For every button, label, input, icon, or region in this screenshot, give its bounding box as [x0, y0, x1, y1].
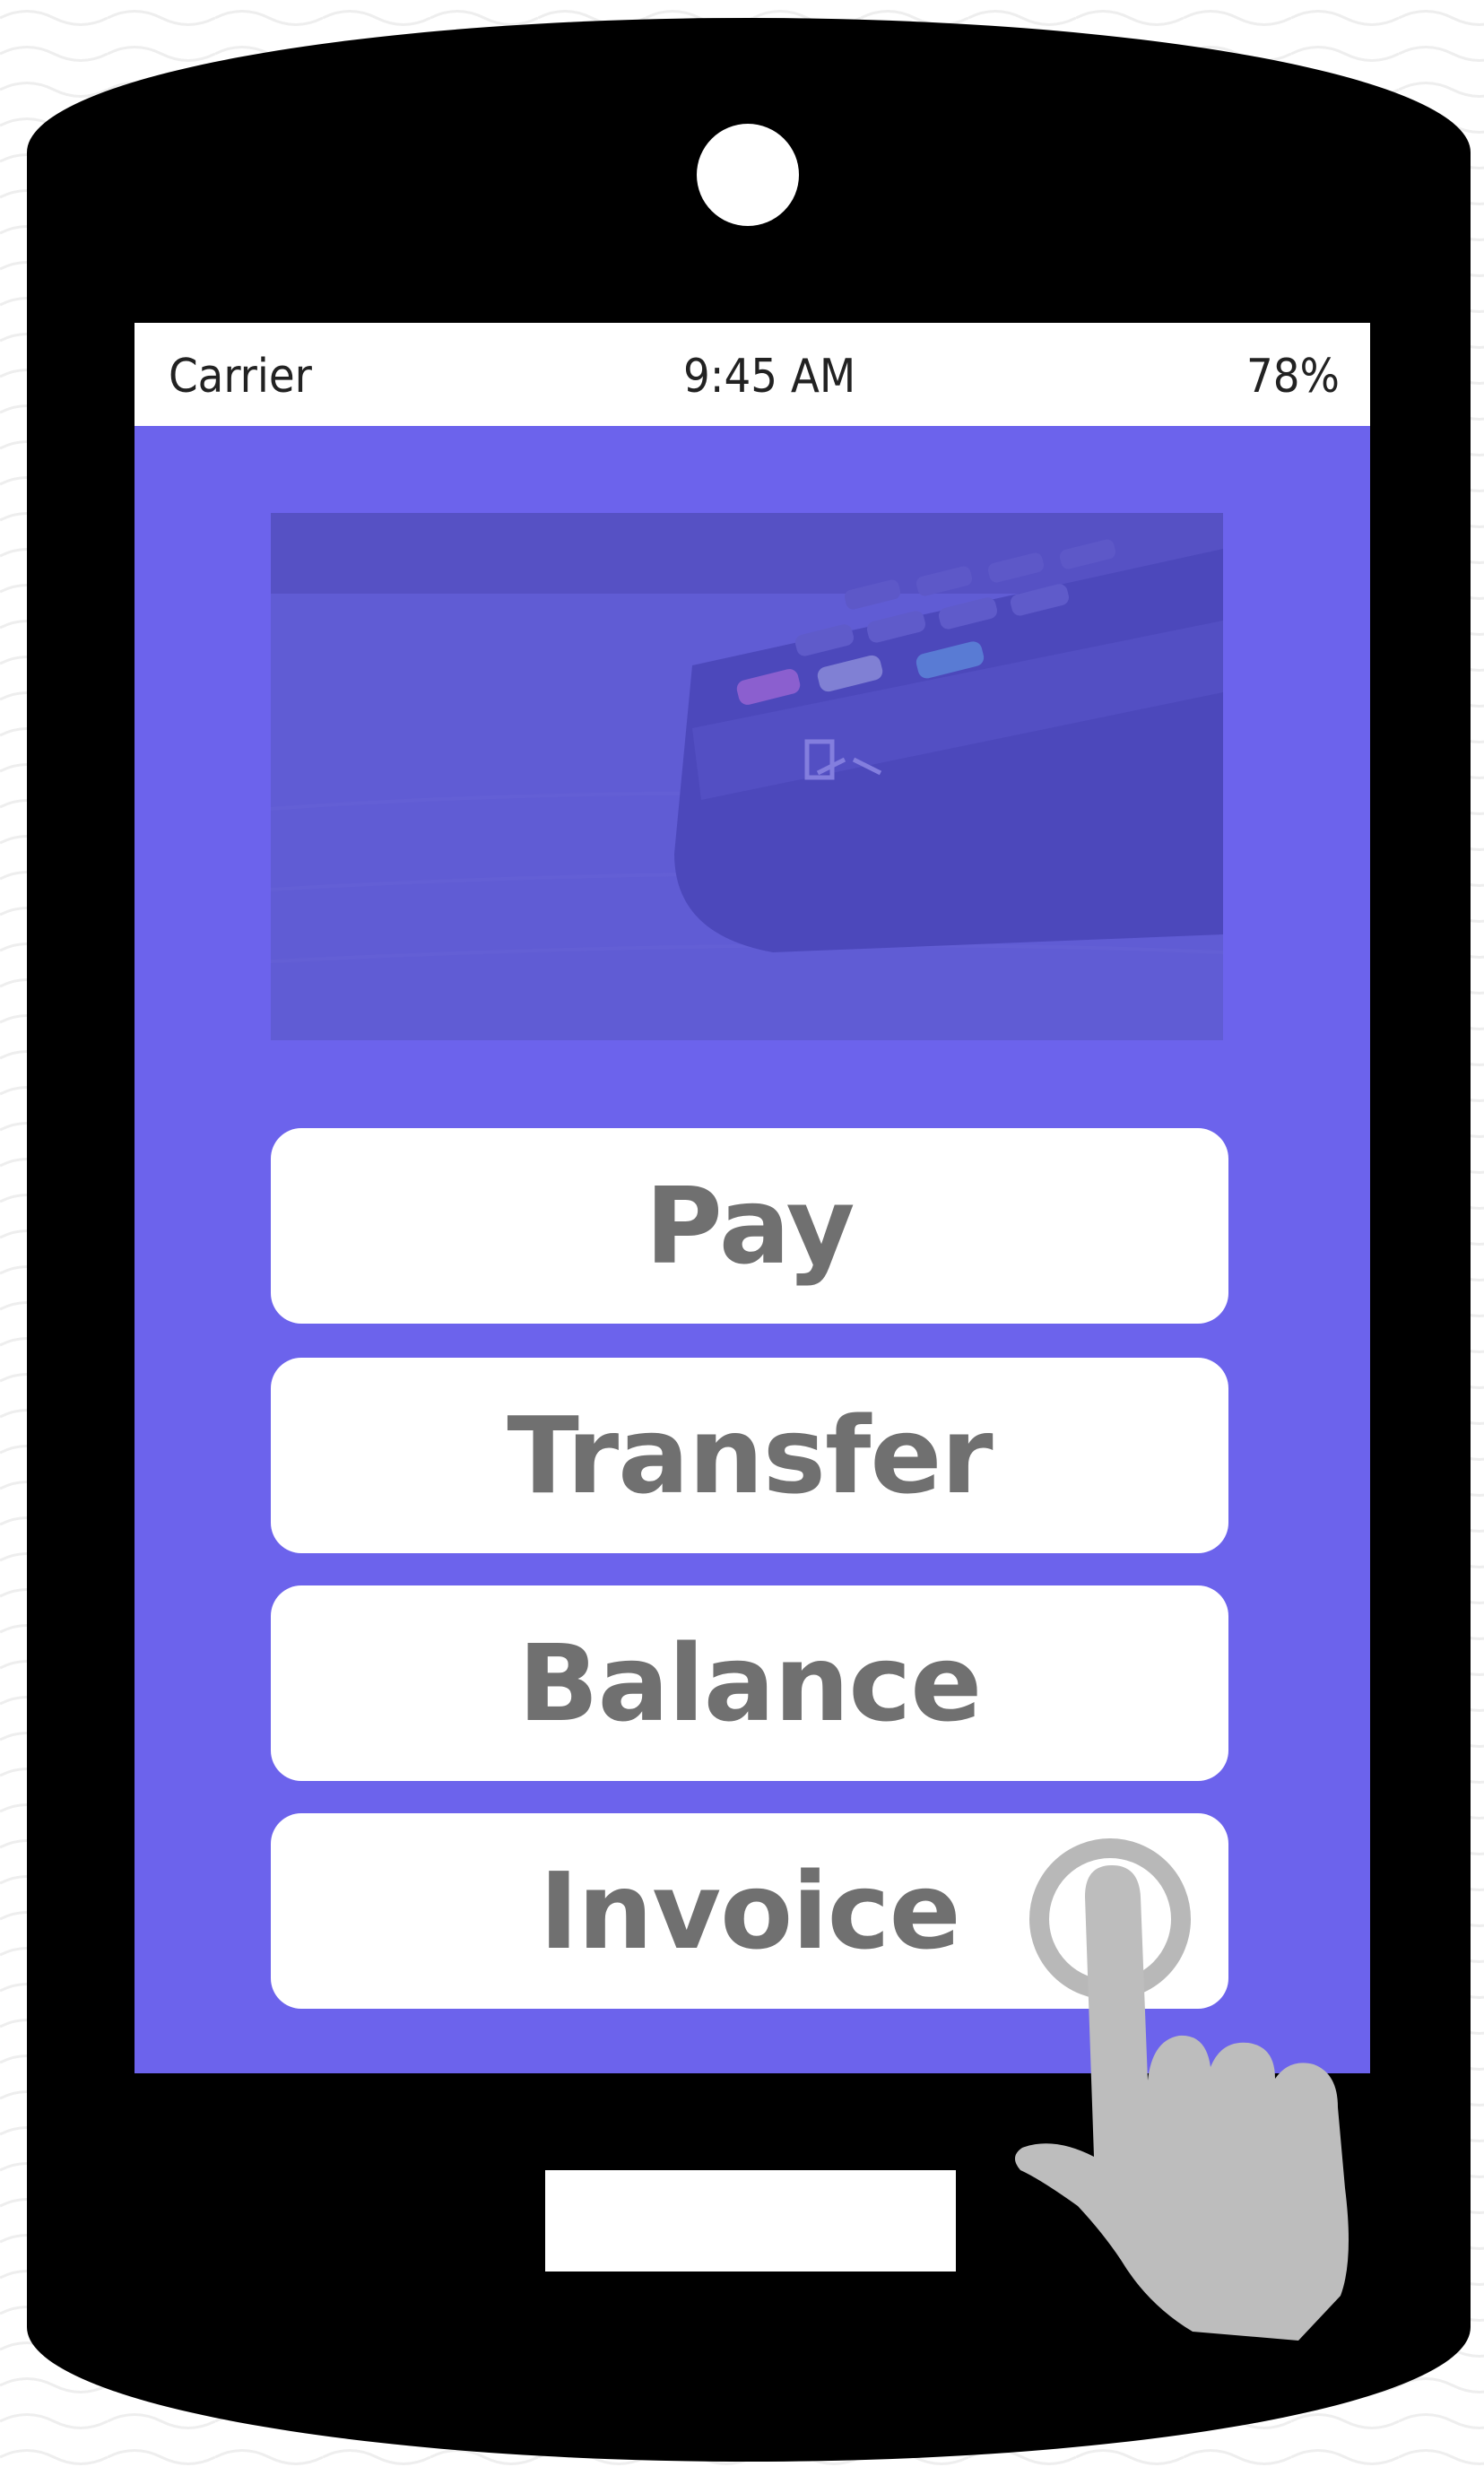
home-button[interactable] [545, 2170, 956, 2272]
battery-percentage: 78% [1246, 350, 1340, 404]
front-camera [697, 124, 799, 226]
balance-button[interactable]: Balance [271, 1585, 1228, 1781]
hand-pointer-icon [1014, 1865, 1349, 2341]
status-time: 9:45 AM [683, 350, 856, 404]
carrier-label: Carrier [169, 350, 312, 404]
pay-button[interactable]: Pay [271, 1128, 1228, 1324]
hero-image-payment-terminal [271, 513, 1223, 1040]
status-bar: Carrier 9:45 AM 78% [135, 323, 1370, 426]
transfer-button[interactable]: Transfer [271, 1358, 1228, 1553]
